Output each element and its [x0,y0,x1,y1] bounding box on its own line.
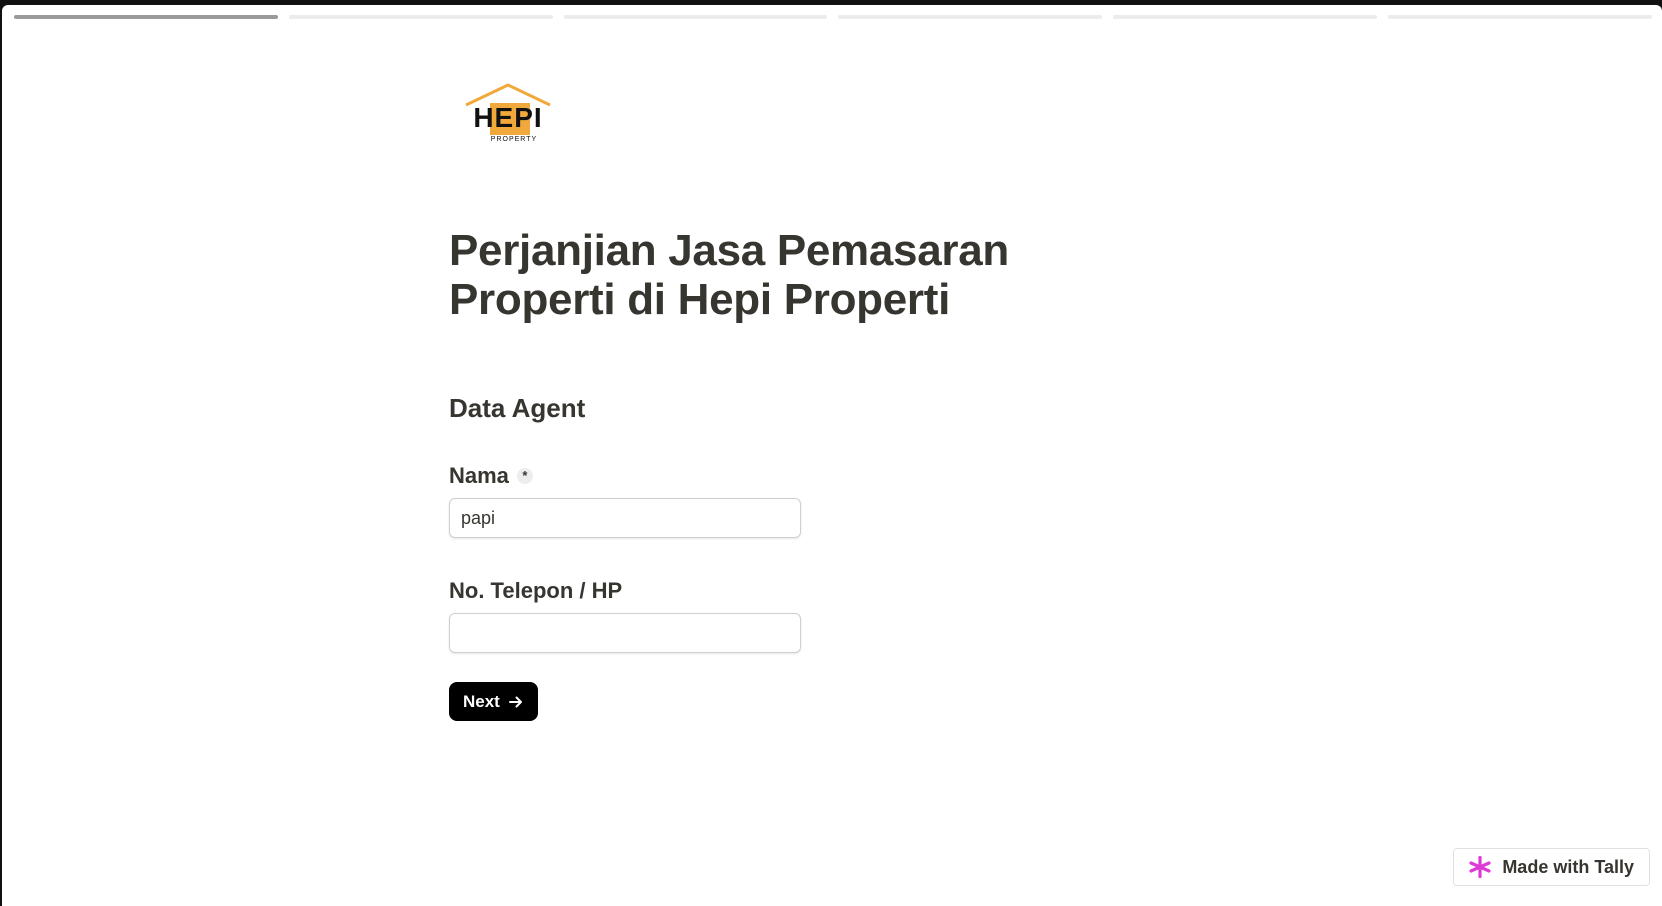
form-title: Perjanjian Jasa Pemasaran Properti di He… [449,226,1009,324]
telepon-label: No. Telepon / HP [449,578,622,604]
progress-step-3 [563,15,828,19]
next-button[interactable]: Next [449,682,538,721]
arrow-right-icon [508,696,522,707]
section-title: Data Agent [449,393,586,423]
progress-step-2 [288,15,553,19]
tally-asterisk-icon [1469,855,1491,879]
made-with-tally-badge[interactable]: Made with Tally [1453,848,1650,886]
telepon-input[interactable] [449,613,801,653]
hepi-property-logo: HEPI PROPERTY [465,83,551,143]
nama-label-text: Nama [449,463,509,488]
tally-badge-label: Made with Tally [1502,856,1634,877]
next-button-label: Next [463,691,500,711]
progress-bar [14,15,1652,20]
nama-label: Nama * [449,463,533,489]
form-page: HEPI PROPERTY Perjanjian Jasa Pemasaran … [2,5,1662,906]
progress-step-1 [14,15,278,19]
progress-step-4 [838,15,1103,19]
progress-step-6 [1388,15,1652,19]
logo-subtext: PROPERTY [491,136,537,143]
telepon-label-text: No. Telepon / HP [449,578,623,603]
progress-step-5 [1113,15,1378,19]
nama-input[interactable] [449,498,801,538]
logo-text: HEPI [473,102,542,133]
required-indicator: * [516,468,533,484]
